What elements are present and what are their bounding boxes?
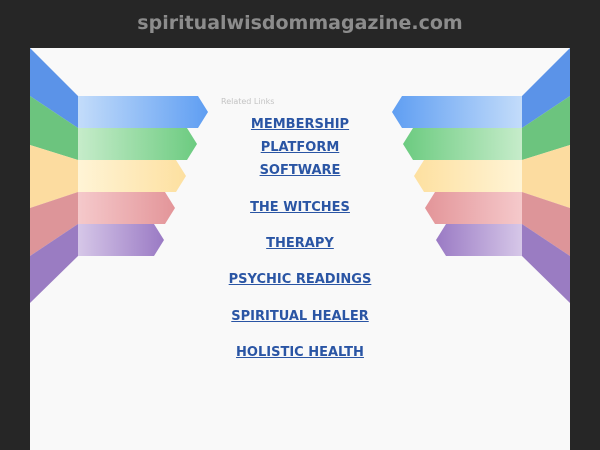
- link-spiritual-healer[interactable]: SPIRITUAL HEALER: [30, 309, 570, 324]
- link-holistic-health[interactable]: HOLISTIC HEALTH: [30, 345, 570, 360]
- link-the-witches[interactable]: THE WITCHES: [30, 200, 570, 215]
- domain-title: spiritualwisdommagazine.com: [137, 12, 463, 34]
- link-therapy[interactable]: THERAPY: [30, 236, 570, 251]
- related-links-label: Related Links: [221, 97, 275, 106]
- link-platform[interactable]: PLATFORM: [30, 140, 570, 155]
- link-software[interactable]: SOFTWARE: [30, 163, 570, 178]
- link-psychic-readings[interactable]: PSYCHIC READINGS: [30, 272, 570, 287]
- parked-panel: Related Links MEMBERSHIP PLATFORM SOFTWA…: [30, 48, 570, 450]
- link-membership[interactable]: MEMBERSHIP: [30, 117, 570, 132]
